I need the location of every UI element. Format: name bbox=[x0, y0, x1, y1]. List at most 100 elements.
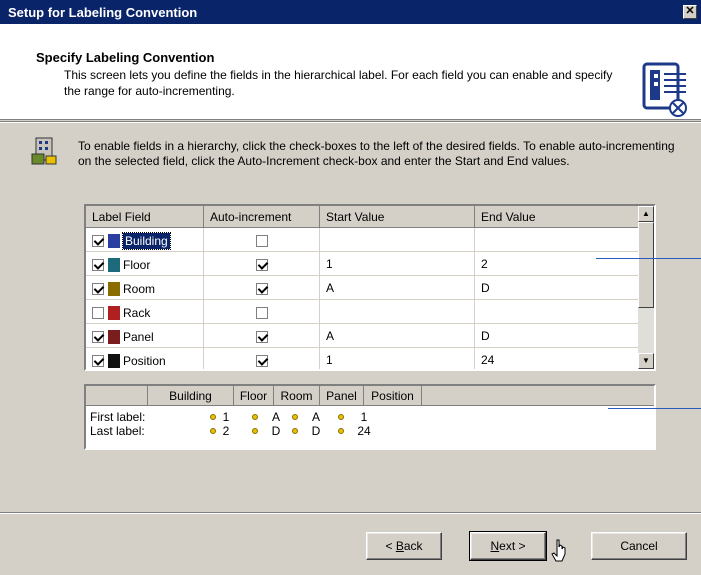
field-name[interactable]: Floor bbox=[123, 258, 150, 272]
table-row[interactable]: Floor 1 2 bbox=[86, 252, 638, 276]
label-field-cell[interactable]: Floor bbox=[86, 252, 204, 276]
column-header-label-field[interactable]: Label Field bbox=[86, 206, 204, 228]
preview-header-panel: Panel bbox=[320, 386, 364, 406]
first-label-caption: First label: bbox=[90, 410, 146, 424]
last-label-caption: Last label: bbox=[90, 424, 145, 438]
hierarchy-building-icon bbox=[31, 137, 57, 165]
auto-increment-cell[interactable] bbox=[204, 324, 320, 348]
first-label-value: A bbox=[271, 410, 280, 424]
rack-icon bbox=[108, 305, 120, 320]
end-value-cell[interactable]: D bbox=[475, 276, 638, 300]
table-row[interactable]: Room A D bbox=[86, 276, 638, 300]
field-name[interactable]: Rack bbox=[123, 306, 150, 320]
separator-dot bbox=[292, 414, 298, 420]
label-field-cell[interactable]: Building bbox=[86, 228, 204, 252]
field-name[interactable]: Room bbox=[123, 282, 155, 296]
separator-dot bbox=[252, 428, 258, 434]
auto-increment-checkbox[interactable] bbox=[255, 330, 268, 343]
enable-field-checkbox[interactable] bbox=[92, 354, 104, 367]
scroll-down-button[interactable]: ▼ bbox=[638, 353, 654, 369]
auto-increment-cell[interactable] bbox=[204, 228, 320, 252]
close-button[interactable]: ✕ bbox=[683, 5, 697, 19]
auto-increment-cell[interactable] bbox=[204, 276, 320, 300]
auto-increment-checkbox[interactable] bbox=[255, 354, 268, 367]
floor-icon bbox=[108, 257, 120, 272]
column-header-auto-increment[interactable]: Auto-increment bbox=[204, 206, 320, 228]
enable-field-checkbox[interactable] bbox=[92, 234, 104, 247]
end-value-cell[interactable]: 2 bbox=[475, 252, 638, 276]
separator-dot bbox=[292, 428, 298, 434]
table-row[interactable]: Rack bbox=[86, 300, 638, 324]
auto-increment-cell[interactable] bbox=[204, 252, 320, 276]
preview-header-room: Room bbox=[274, 386, 320, 406]
building-icon bbox=[108, 233, 120, 248]
auto-increment-checkbox[interactable] bbox=[255, 258, 268, 271]
preview-header-building: Building bbox=[148, 386, 234, 406]
position-icon bbox=[108, 353, 120, 368]
auto-increment-cell[interactable] bbox=[204, 300, 320, 324]
scroll-thumb[interactable] bbox=[638, 222, 654, 308]
next-button-rest: ext > bbox=[499, 539, 526, 553]
field-name[interactable]: Position bbox=[123, 354, 166, 368]
back-button-prefix: < bbox=[385, 539, 396, 553]
field-name[interactable]: Building bbox=[122, 231, 171, 250]
start-value-cell[interactable] bbox=[320, 300, 475, 324]
first-label-value: A bbox=[311, 410, 320, 424]
preview-header-filler bbox=[422, 386, 654, 406]
next-button[interactable]: Next > bbox=[469, 531, 547, 561]
enable-field-checkbox[interactable] bbox=[92, 306, 104, 319]
next-button-hotkey: N bbox=[490, 539, 500, 553]
auto-increment-cell[interactable] bbox=[204, 348, 320, 369]
enable-field-checkbox[interactable] bbox=[92, 258, 104, 271]
column-header-start-value[interactable]: Start Value bbox=[320, 206, 475, 228]
room-icon bbox=[108, 281, 120, 296]
auto-increment-checkbox[interactable] bbox=[255, 282, 268, 295]
table-row[interactable]: Panel A D bbox=[86, 324, 638, 348]
back-button[interactable]: < Back bbox=[366, 532, 442, 560]
label-field-cell[interactable]: Room bbox=[86, 276, 204, 300]
preview-header-position: Position bbox=[364, 386, 422, 406]
grid-scrollbar[interactable]: ▲ ▼ bbox=[638, 206, 654, 369]
preview-header-floor: Floor bbox=[234, 386, 274, 406]
auto-increment-checkbox[interactable] bbox=[255, 306, 268, 319]
label-field-cell[interactable]: Rack bbox=[86, 300, 204, 324]
cancel-button[interactable]: Cancel bbox=[591, 532, 687, 560]
label-field-grid[interactable]: Label Field Auto-increment Start Value E… bbox=[84, 204, 656, 371]
back-button-rest: ack bbox=[403, 539, 423, 553]
start-value-cell[interactable]: A bbox=[320, 276, 475, 300]
first-label-value: 1 bbox=[360, 410, 368, 424]
window-title: Setup for Labeling Convention bbox=[8, 5, 198, 20]
label-field-cell[interactable]: Position bbox=[86, 348, 204, 369]
enable-field-checkbox[interactable] bbox=[92, 282, 104, 295]
callout-line-grid bbox=[596, 258, 701, 259]
column-header-end-value[interactable]: End Value bbox=[475, 206, 638, 228]
field-name[interactable]: Panel bbox=[123, 330, 154, 344]
end-value-cell[interactable]: D bbox=[475, 324, 638, 348]
last-label-value: 2 bbox=[222, 424, 230, 438]
first-label-value: 1 bbox=[222, 410, 230, 424]
separator-dot bbox=[338, 414, 344, 420]
page-title: Specify Labeling Convention bbox=[36, 50, 215, 65]
separator-dot bbox=[252, 414, 258, 420]
title-bar[interactable]: Setup for Labeling Convention ✕ bbox=[0, 0, 701, 24]
label-document-lock-icon bbox=[642, 62, 687, 117]
start-value-cell[interactable] bbox=[320, 228, 475, 252]
end-value-cell[interactable]: 24 bbox=[475, 348, 638, 369]
table-row[interactable]: Building bbox=[86, 228, 638, 252]
label-field-cell[interactable]: Panel bbox=[86, 324, 204, 348]
preview-header-blank bbox=[86, 386, 148, 406]
separator-dot bbox=[338, 428, 344, 434]
start-value-cell[interactable]: A bbox=[320, 324, 475, 348]
table-row[interactable]: Position 1 24 bbox=[86, 348, 638, 369]
start-value-cell[interactable]: 1 bbox=[320, 348, 475, 369]
header-divider bbox=[0, 121, 701, 123]
end-value-cell[interactable] bbox=[475, 228, 638, 252]
auto-increment-checkbox[interactable] bbox=[255, 234, 268, 247]
start-value-cell[interactable]: 1 bbox=[320, 252, 475, 276]
button-divider bbox=[0, 512, 701, 514]
page-description: This screen lets you define the fields i… bbox=[64, 68, 613, 98]
scroll-up-button[interactable]: ▲ bbox=[638, 206, 654, 222]
end-value-cell[interactable] bbox=[475, 300, 638, 324]
label-preview: Building Floor Room Panel Position First… bbox=[84, 384, 656, 450]
enable-field-checkbox[interactable] bbox=[92, 330, 104, 343]
